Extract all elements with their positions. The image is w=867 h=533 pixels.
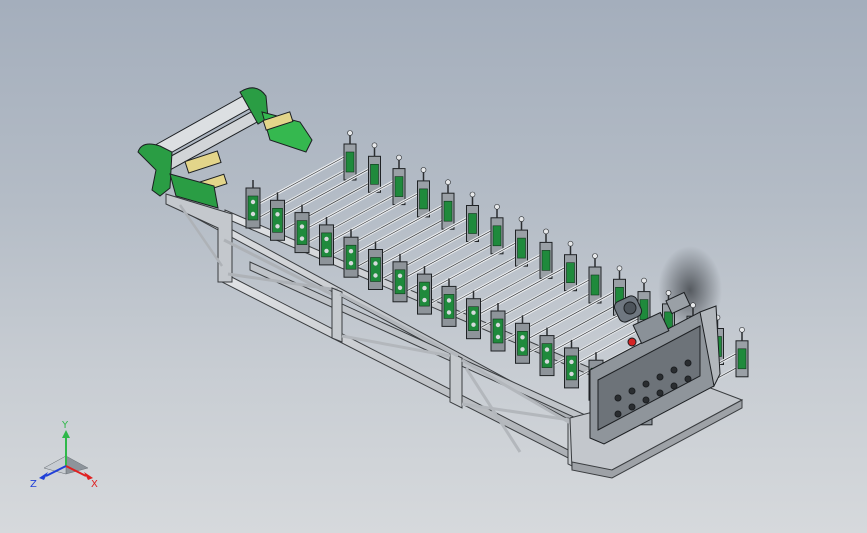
cad-viewport[interactable]: Y X Z (0, 0, 867, 533)
z-axis-label: Z (30, 479, 37, 490)
y-axis-label: Y (61, 420, 69, 431)
y-axis-arrow (62, 430, 70, 438)
axis-triad: Y X Z (30, 420, 98, 490)
roll-forming-machine-model[interactable] (0, 0, 867, 533)
x-axis-label: X (91, 479, 98, 490)
